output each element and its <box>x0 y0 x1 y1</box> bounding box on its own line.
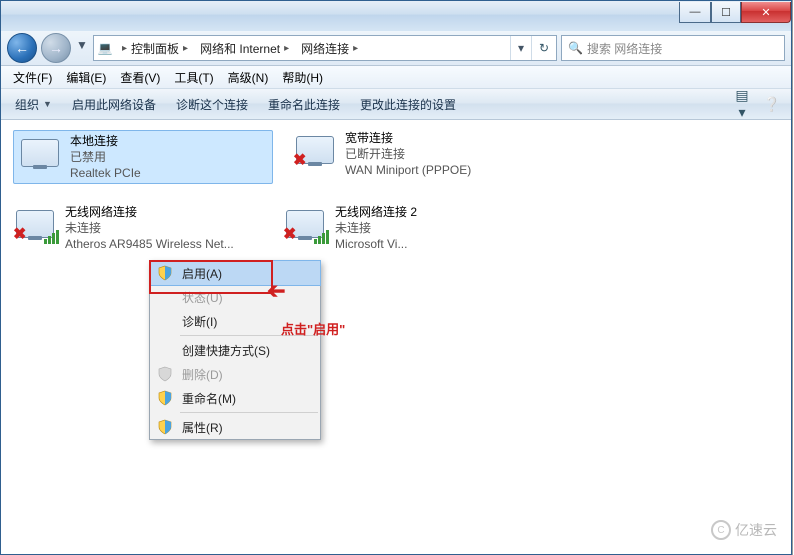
connection-status: 未连接 <box>65 220 234 236</box>
annotation-text: 点击"启用" <box>281 319 345 338</box>
ctx-label: 启用(A) <box>182 265 222 282</box>
ctx-label: 诊断(I) <box>182 313 217 330</box>
menu-file[interactable]: 文件(F) <box>7 67 58 88</box>
watermark-text: 亿速云 <box>735 520 777 540</box>
ctx-label: 删除(D) <box>182 366 223 383</box>
search-icon: 🔍 <box>568 41 583 55</box>
breadcrumb[interactable]: 网络连接 ▸ <box>295 36 364 60</box>
wifi-signal-icon <box>44 230 59 244</box>
connection-item[interactable]: ✖ 宽带连接 已断开连接 WAN Miniport (PPPOE) <box>293 130 543 184</box>
diagnose-button[interactable]: 诊断这个连接 <box>170 93 254 116</box>
view-icon: ▤ <box>735 87 748 103</box>
connection-name: 无线网络连接 <box>65 204 234 220</box>
ctx-label: 重命名(M) <box>182 390 236 407</box>
shield-icon <box>157 366 173 382</box>
ctx-properties[interactable]: 属性(R) <box>150 415 320 439</box>
connection-name: 本地连接 <box>70 133 141 149</box>
menu-edit[interactable]: 编辑(E) <box>60 67 112 88</box>
ctx-rename[interactable]: 重命名(M) <box>150 386 320 410</box>
connection-icon <box>18 133 62 173</box>
view-mode-button[interactable]: ▤ ▾ <box>731 87 753 121</box>
menu-advanced[interactable]: 高级(N) <box>222 67 275 88</box>
connection-device: Realtek PCIe <box>70 165 141 181</box>
help-button[interactable]: ❔ <box>761 96 783 113</box>
menu-view[interactable]: 查看(V) <box>114 67 166 88</box>
rename-button[interactable]: 重命名此连接 <box>262 93 346 116</box>
command-toolbar: 组织 ▼ 启用此网络设备 诊断这个连接 重命名此连接 更改此连接的设置 ▤ ▾ … <box>1 89 791 120</box>
shield-icon <box>157 419 173 435</box>
change-settings-button[interactable]: 更改此连接的设置 <box>354 93 462 116</box>
connection-icon: ✖ <box>283 204 327 244</box>
connection-status: 已断开连接 <box>345 146 471 162</box>
ctx-label: 属性(R) <box>182 419 223 436</box>
content-pane: 本地连接 已禁用 Realtek PCIe ✖ 宽带连接 已断开连接 WAN M… <box>1 120 791 554</box>
organize-button[interactable]: 组织 ▼ <box>9 93 58 116</box>
connection-status: 已禁用 <box>70 149 141 165</box>
connection-item[interactable]: ✖ 无线网络连接 2 未连接 Microsoft Vi... <box>283 204 533 252</box>
address-bar[interactable]: 💻 ▸ 控制面板 ▸ 网络和 Internet ▸ 网络连接 ▸ ▾ ↻ <box>93 35 557 61</box>
connection-device: Atheros AR9485 Wireless Net... <box>65 236 234 252</box>
ctx-status: 状态(U) <box>150 285 320 309</box>
breadcrumb-label: 网络连接 <box>301 40 349 57</box>
watermark: C 亿速云 <box>711 520 777 540</box>
wifi-signal-icon <box>314 230 329 244</box>
breadcrumb[interactable]: ▸ 控制面板 ▸ <box>116 36 194 60</box>
breadcrumb[interactable]: 网络和 Internet ▸ <box>194 36 295 60</box>
connections-grid: 本地连接 已禁用 Realtek PCIe ✖ 宽带连接 已断开连接 WAN M… <box>13 130 779 252</box>
navigation-row: ← → ▼ 💻 ▸ 控制面板 ▸ 网络和 Internet ▸ 网络连接 ▸ ▾… <box>1 31 791 66</box>
disconnected-icon: ✖ <box>293 150 306 170</box>
connection-device: WAN Miniport (PPPOE) <box>345 162 471 178</box>
connection-device: Microsoft Vi... <box>335 236 417 252</box>
address-dropdown[interactable]: ▾ <box>510 36 531 60</box>
forward-button[interactable]: → <box>41 33 71 63</box>
ctx-label: 创建快捷方式(S) <box>182 342 270 359</box>
connection-icon: ✖ <box>13 204 57 244</box>
menu-help[interactable]: 帮助(H) <box>276 67 329 88</box>
connection-item[interactable]: 本地连接 已禁用 Realtek PCIe <box>13 130 273 184</box>
enable-device-button[interactable]: 启用此网络设备 <box>66 93 162 116</box>
back-button[interactable]: ← <box>7 33 37 63</box>
breadcrumb-label: 网络和 Internet <box>200 40 280 57</box>
chevron-right-icon: ▸ <box>284 43 289 54</box>
minimize-button[interactable]: — <box>679 2 711 23</box>
maximize-button[interactable]: ☐ <box>711 2 741 23</box>
chevron-right-icon: ▸ <box>183 43 188 54</box>
watermark-logo-icon: C <box>711 520 731 540</box>
chevron-down-icon: ▼ <box>43 99 52 109</box>
shield-icon <box>157 265 173 281</box>
titlebar: — ☐ ✕ <box>1 1 791 31</box>
connection-icon: ✖ <box>293 130 337 170</box>
chevron-down-icon: ▾ <box>738 104 745 120</box>
ctx-shortcut[interactable]: 创建快捷方式(S) <box>150 338 320 362</box>
window-buttons: — ☐ ✕ <box>679 2 791 22</box>
connection-name: 无线网络连接 2 <box>335 204 417 220</box>
disconnected-icon: ✖ <box>13 224 26 244</box>
search-placeholder: 搜索 网络连接 <box>587 40 662 57</box>
annotation-arrow-icon: ➔ <box>267 278 285 304</box>
menubar: 文件(F) 编辑(E) 查看(V) 工具(T) 高级(N) 帮助(H) <box>1 66 791 89</box>
ctx-enable[interactable]: 启用(A) <box>149 260 321 286</box>
breadcrumb-label: 控制面板 <box>131 40 179 57</box>
location-icon: 💻 <box>94 41 116 55</box>
nav-history-dropdown[interactable]: ▼ <box>75 38 89 58</box>
context-menu: 启用(A) 状态(U) 诊断(I) 创建快捷方式(S) 删除(D) 重命名(M)… <box>149 260 321 440</box>
ctx-delete: 删除(D) <box>150 362 320 386</box>
close-button[interactable]: ✕ <box>741 2 791 23</box>
chevron-right-icon: ▸ <box>353 43 358 54</box>
connection-status: 未连接 <box>335 220 417 236</box>
connection-item[interactable]: ✖ 无线网络连接 未连接 Atheros AR9485 Wireless Net… <box>13 204 263 252</box>
organize-label: 组织 <box>15 96 39 113</box>
refresh-button[interactable]: ↻ <box>531 36 556 60</box>
ctx-label: 状态(U) <box>182 289 223 306</box>
chevron-right-icon: ▸ <box>122 43 127 54</box>
connection-name: 宽带连接 <box>345 130 471 146</box>
disconnected-icon: ✖ <box>283 224 296 244</box>
separator <box>180 412 318 413</box>
menu-tools[interactable]: 工具(T) <box>168 67 219 88</box>
search-input[interactable]: 🔍 搜索 网络连接 <box>561 35 785 61</box>
window-frame: — ☐ ✕ ← → ▼ 💻 ▸ 控制面板 ▸ 网络和 Internet ▸ 网络… <box>0 0 792 555</box>
shield-icon <box>157 390 173 406</box>
